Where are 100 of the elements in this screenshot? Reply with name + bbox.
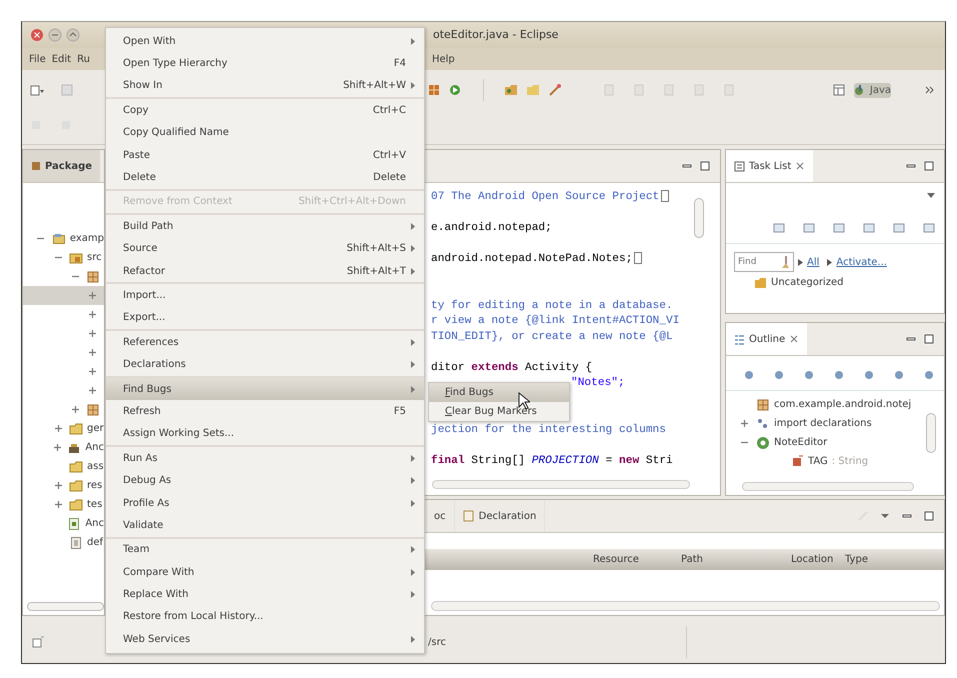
menu-item[interactable]: Ru (74, 52, 93, 66)
expand-icon[interactable] (54, 500, 62, 509)
view-tab[interactable]: Declaration (454, 500, 546, 532)
maximize-icon[interactable] (66, 28, 80, 42)
imports-icon (756, 416, 770, 430)
maximize-icon[interactable] (922, 159, 936, 173)
run-icon[interactable] (449, 83, 463, 97)
menu-item[interactable]: Refresh F5 (106, 400, 424, 423)
tree-item[interactable]: NoteEditor (726, 433, 944, 452)
view-tab[interactable]: Outline (726, 323, 808, 355)
expand-icon[interactable] (88, 291, 96, 300)
tree-item[interactable]: Anc (23, 514, 104, 533)
filter-link[interactable]: Activate... (836, 254, 887, 270)
tree-item[interactable]: res (23, 476, 104, 495)
menu-item[interactable]: Refactor Shift+Alt+T (106, 260, 424, 284)
expand-icon[interactable] (88, 367, 96, 376)
menu-item[interactable]: Profile As (106, 492, 424, 514)
expand-icon[interactable] (88, 386, 96, 395)
menu-item[interactable]: Run As (106, 447, 424, 470)
expand-icon[interactable] (52, 443, 62, 452)
dot-icon[interactable] (862, 368, 876, 382)
column-header[interactable]: Path (681, 552, 791, 567)
menu-item[interactable]: Find Bugs (106, 378, 424, 400)
tree-item[interactable]: ass (23, 457, 104, 476)
menu-item[interactable]: Build Path (106, 215, 424, 238)
menu-item[interactable]: Delete Delete (106, 166, 424, 191)
menu-item[interactable]: Web Services (106, 628, 424, 651)
expand-icon[interactable] (54, 481, 62, 490)
menu-item[interactable]: Copy Ctrl+C (106, 99, 424, 122)
code-line: 07 The Android Open Source Project (431, 191, 670, 203)
expand-icon[interactable] (88, 329, 96, 338)
menu-item[interactable]: Compare With (106, 560, 424, 584)
maximize-icon[interactable] (922, 332, 936, 346)
tree-item[interactable]: examp (23, 229, 104, 248)
scrollbar[interactable] (694, 198, 704, 238)
close-icon[interactable] (30, 28, 44, 42)
menu-item[interactable]: Open With (106, 30, 424, 52)
new-icon[interactable] (30, 83, 44, 97)
column-header[interactable]: Location (791, 552, 845, 567)
menu-item[interactable]: Copy Qualified Name (106, 122, 424, 144)
tree-label: ass (87, 460, 104, 474)
column-header[interactable]: Type (845, 552, 905, 567)
folder-icon[interactable] (504, 83, 518, 97)
save-icon[interactable] (60, 83, 74, 97)
view-tab[interactable]: Task List (726, 150, 814, 182)
scrollbar[interactable] (431, 601, 940, 611)
maximize-icon[interactable] (922, 509, 936, 523)
menu-item[interactable]: Team (106, 538, 424, 561)
expand-icon[interactable] (740, 419, 748, 428)
tree-item[interactable]: tes (23, 495, 104, 514)
tree-item[interactable]: Anc (23, 438, 104, 457)
scrollbar[interactable] (742, 482, 914, 491)
menu-item[interactable]: Find Bugs (429, 383, 569, 402)
view-tab[interactable]: Package (23, 150, 100, 182)
menu-item[interactable]: Export... (106, 306, 424, 332)
column-header[interactable]: Resource (593, 552, 681, 567)
minimize-icon[interactable] (48, 28, 62, 42)
tree-item[interactable]: ger (23, 419, 104, 438)
menu-item[interactable]: Clear Bug Markers (429, 402, 569, 421)
menu-item[interactable]: Open Type Hierarchy F4 (106, 52, 424, 75)
expand-icon[interactable] (54, 424, 62, 433)
tree-item[interactable]: com.example.android.notej (726, 395, 944, 414)
close-icon[interactable] (795, 161, 806, 171)
menu-item[interactable]: Help (428, 52, 458, 66)
tree-item[interactable]: src (23, 248, 104, 267)
tree-item[interactable]: import declarations (726, 414, 944, 433)
tree-item[interactable]: TAG : String (726, 452, 944, 471)
expand-icon[interactable] (70, 405, 80, 414)
menu-item[interactable]: Paste Ctrl+V (106, 144, 424, 166)
tree-item[interactable]: def (23, 533, 104, 552)
menu-item[interactable]: Restore from Local History... (106, 606, 424, 628)
wand-icon[interactable] (548, 83, 562, 97)
menu-item[interactable]: Replace With (106, 583, 424, 606)
menu-item[interactable]: File (26, 52, 49, 66)
fast-view-icon[interactable] (31, 635, 45, 649)
package-icon[interactable] (427, 83, 441, 97)
filter-link[interactable]: All (807, 254, 820, 270)
tree-label: ger (87, 422, 104, 436)
submenu-arrow-icon (411, 568, 415, 576)
category-label[interactable]: Uncategorized (771, 275, 844, 290)
window-icon[interactable] (832, 83, 846, 97)
expand-icon[interactable] (88, 310, 96, 319)
menu-item[interactable]: Validate (106, 514, 424, 539)
folder-icon (69, 422, 83, 436)
menu-item[interactable]: Edit (48, 52, 74, 66)
scrollbar[interactable] (432, 480, 690, 489)
menu-item[interactable]: Source Shift+Alt+S (106, 238, 424, 260)
menu-item[interactable]: Assign Working Sets... (106, 422, 424, 448)
menu-item[interactable]: Debug As (106, 469, 424, 492)
maximize-icon[interactable] (698, 159, 712, 173)
scrollbar[interactable] (27, 602, 104, 611)
search-field[interactable]: Find (734, 252, 794, 272)
expand-icon[interactable] (88, 348, 96, 357)
menu-item[interactable]: Show In Shift+Alt+W (106, 74, 424, 100)
menu-item[interactable]: Import... (106, 284, 424, 307)
scrollbar[interactable] (926, 413, 936, 453)
close-icon[interactable] (789, 334, 800, 344)
view-tab[interactable]: oc (426, 500, 455, 532)
perspective-button[interactable]: Java (854, 82, 891, 98)
menu-item[interactable]: References (106, 331, 424, 354)
